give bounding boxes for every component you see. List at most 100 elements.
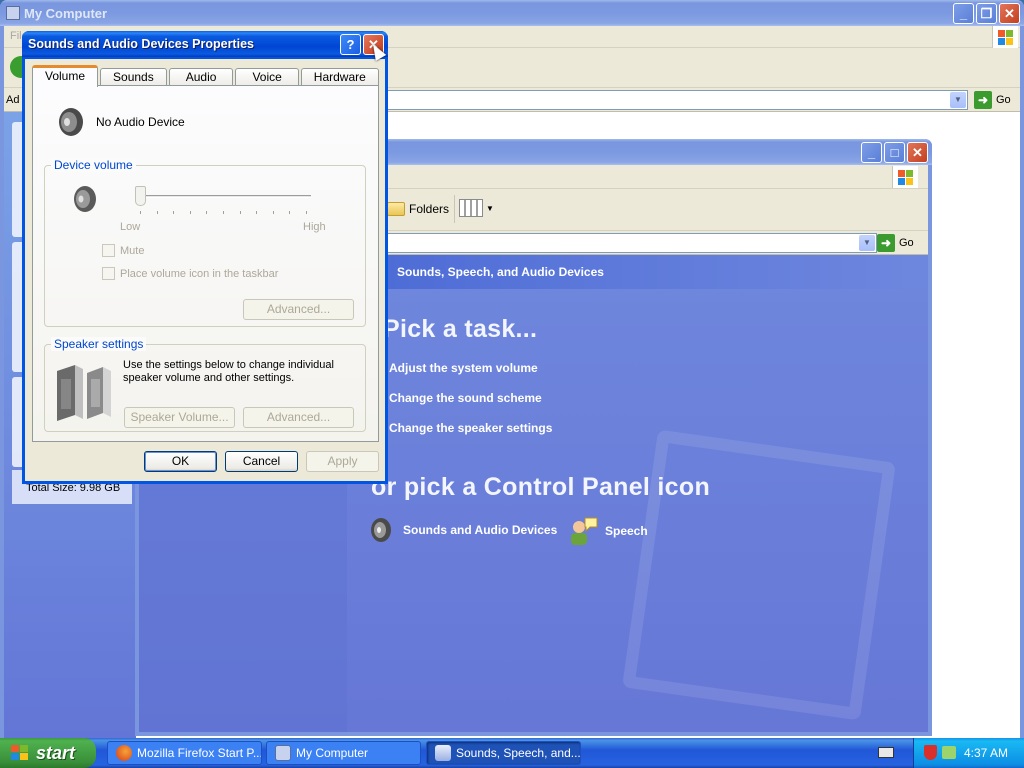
volume-advanced-button[interactable]: Advanced... [243, 299, 354, 320]
slider-tick [189, 211, 191, 214]
network-icon[interactable] [942, 746, 956, 759]
volume-slider-thumb[interactable] [135, 186, 146, 206]
tab-voice[interactable]: Voice [235, 68, 299, 86]
close-button[interactable]: ✕ [907, 142, 928, 163]
dialog-titlebar[interactable]: Sounds and Audio Devices Properties ? ✕ [22, 31, 388, 57]
speaker-settings-label: Speaker settings [51, 337, 147, 351]
taskbar-item-firefox[interactable]: Mozilla Firefox Start P... [107, 741, 262, 765]
computer-icon [6, 6, 20, 20]
device-volume-label: Device volume [51, 158, 136, 172]
windows-logo-icon [992, 26, 1018, 48]
maximize-button[interactable]: □ [884, 142, 905, 163]
ok-button[interactable]: OK [144, 451, 217, 472]
computer-icon [275, 745, 291, 761]
folders-button[interactable]: Folders [387, 202, 449, 216]
sounds-properties-dialog: Sounds and Audio Devices Properties ? ✕ … [22, 31, 388, 484]
go-button[interactable]: ➜ Go [974, 91, 1011, 109]
minimize-button[interactable]: _ [953, 3, 974, 24]
tab-hardware[interactable]: Hardware [300, 68, 379, 86]
address-combo[interactable]: ▼ [369, 233, 877, 253]
task-adjust-volume[interactable]: Adjust the system volume [389, 361, 538, 375]
checkbox-box [102, 244, 115, 257]
tab-volume[interactable]: Volume [32, 65, 99, 87]
go-arrow-icon: ➜ [877, 234, 895, 252]
slider-tick [140, 211, 141, 214]
windows-logo-icon [892, 166, 918, 188]
checkbox-box [102, 267, 115, 280]
taskbar: start Mozilla Firefox Start P... My Comp… [0, 738, 1024, 768]
taskbar-item-label: Mozilla Firefox Start P... [137, 746, 262, 760]
speaker-settings-description: Use the settings below to change individ… [123, 359, 334, 384]
pick-icon-heading: or pick a Control Panel icon [371, 473, 711, 501]
folder-icon [387, 202, 405, 216]
speech-link[interactable]: Speech [567, 515, 648, 547]
slider-tick [206, 211, 208, 214]
volume-speaker-icon [74, 186, 96, 212]
folders-label: Folders [409, 202, 450, 216]
taskbar-item-label: My Computer [296, 746, 369, 760]
tab-audio[interactable]: Audio [168, 68, 234, 86]
help-button[interactable]: ? [340, 34, 361, 55]
category-title: Sounds, Speech, and Audio Devices [397, 265, 604, 279]
sounds-and-audio-devices-label: Sounds and Audio Devices [403, 523, 558, 537]
slider-tick [156, 211, 158, 214]
slider-tick [223, 211, 224, 214]
tab-strip: Volume Sounds Audio Voice Hardware [32, 64, 381, 87]
dropdown-arrow-icon: ▼ [486, 203, 494, 213]
slider-tick [289, 211, 291, 214]
system-tray: 4:37 AM [913, 738, 1024, 768]
views-button[interactable]: ▼ [459, 199, 494, 217]
start-button[interactable]: start [0, 738, 96, 768]
place-volume-icon-checkbox[interactable]: Place volume icon in the taskbar [102, 267, 278, 280]
address-combo[interactable]: ▼ [384, 90, 968, 110]
volume-low-label: Low [120, 221, 141, 233]
speaker-advanced-button[interactable]: Advanced... [243, 407, 354, 428]
go-label: Go [996, 94, 1011, 106]
window-title: My Computer [24, 5, 108, 21]
speech-icon [571, 517, 598, 545]
speaker-icon [59, 108, 83, 136]
pick-task-heading: Pick a task... [383, 315, 538, 343]
my-computer-titlebar[interactable]: My Computer _ ❐ ✕ [0, 0, 1024, 26]
chevron-down-icon[interactable]: ▼ [950, 92, 966, 108]
taskbar-item-sounds-speech[interactable]: Sounds, Speech, and... [426, 741, 581, 765]
dialog-body: Volume Sounds Audio Voice Hardware No Au… [25, 59, 385, 481]
tab-sounds[interactable]: Sounds [100, 68, 167, 86]
mute-label: Mute [120, 244, 145, 257]
clock[interactable]: 4:37 AM [964, 746, 1008, 760]
sounds-and-audio-devices-link[interactable]: Sounds and Audio Devices [367, 515, 557, 545]
device-volume-group: Device volume Low High Mute Place volume… [44, 158, 366, 327]
dialog-title: Sounds and Audio Devices Properties [28, 37, 254, 51]
apply-button[interactable]: Apply [306, 451, 379, 472]
volume-high-label: High [303, 221, 326, 233]
device-name: No Audio Device [96, 115, 185, 129]
speaker-settings-group: Speaker settings Use the settings below … [44, 337, 366, 432]
security-shield-icon[interactable] [924, 745, 937, 760]
speech-label: Speech [605, 524, 648, 538]
taskbar-item-label: Sounds, Speech, and... [456, 746, 581, 760]
speaker-volume-button[interactable]: Speaker Volume... [124, 407, 235, 428]
minimize-button[interactable]: _ [861, 142, 882, 163]
restore-button[interactable]: ❐ [976, 3, 997, 24]
close-button[interactable]: ✕ [999, 3, 1020, 24]
slider-tick [239, 211, 241, 214]
go-button[interactable]: ➜ Go [877, 234, 914, 252]
chevron-down-icon[interactable]: ▼ [859, 235, 875, 251]
slider-tick [272, 211, 274, 214]
cancel-button[interactable]: Cancel [225, 451, 298, 472]
mute-checkbox[interactable]: Mute [102, 244, 144, 257]
volume-tab-panel: No Audio Device Device volume Low High M… [32, 85, 379, 442]
control-panel-icon [435, 745, 451, 761]
task-change-sound-scheme[interactable]: Change the sound scheme [389, 391, 542, 405]
taskbar-item-my-computer[interactable]: My Computer [266, 741, 421, 765]
slider-tick [173, 211, 175, 214]
start-label: start [36, 742, 76, 763]
go-label: Go [899, 237, 914, 249]
speakers-icon [57, 365, 111, 421]
task-change-speaker-settings[interactable]: Change the speaker settings [389, 421, 552, 435]
volume-slider-track[interactable] [135, 195, 311, 198]
slider-tick [306, 211, 307, 214]
keyboard-icon[interactable] [878, 747, 894, 758]
windows-flag-icon [10, 744, 30, 762]
slider-tick [256, 211, 258, 214]
